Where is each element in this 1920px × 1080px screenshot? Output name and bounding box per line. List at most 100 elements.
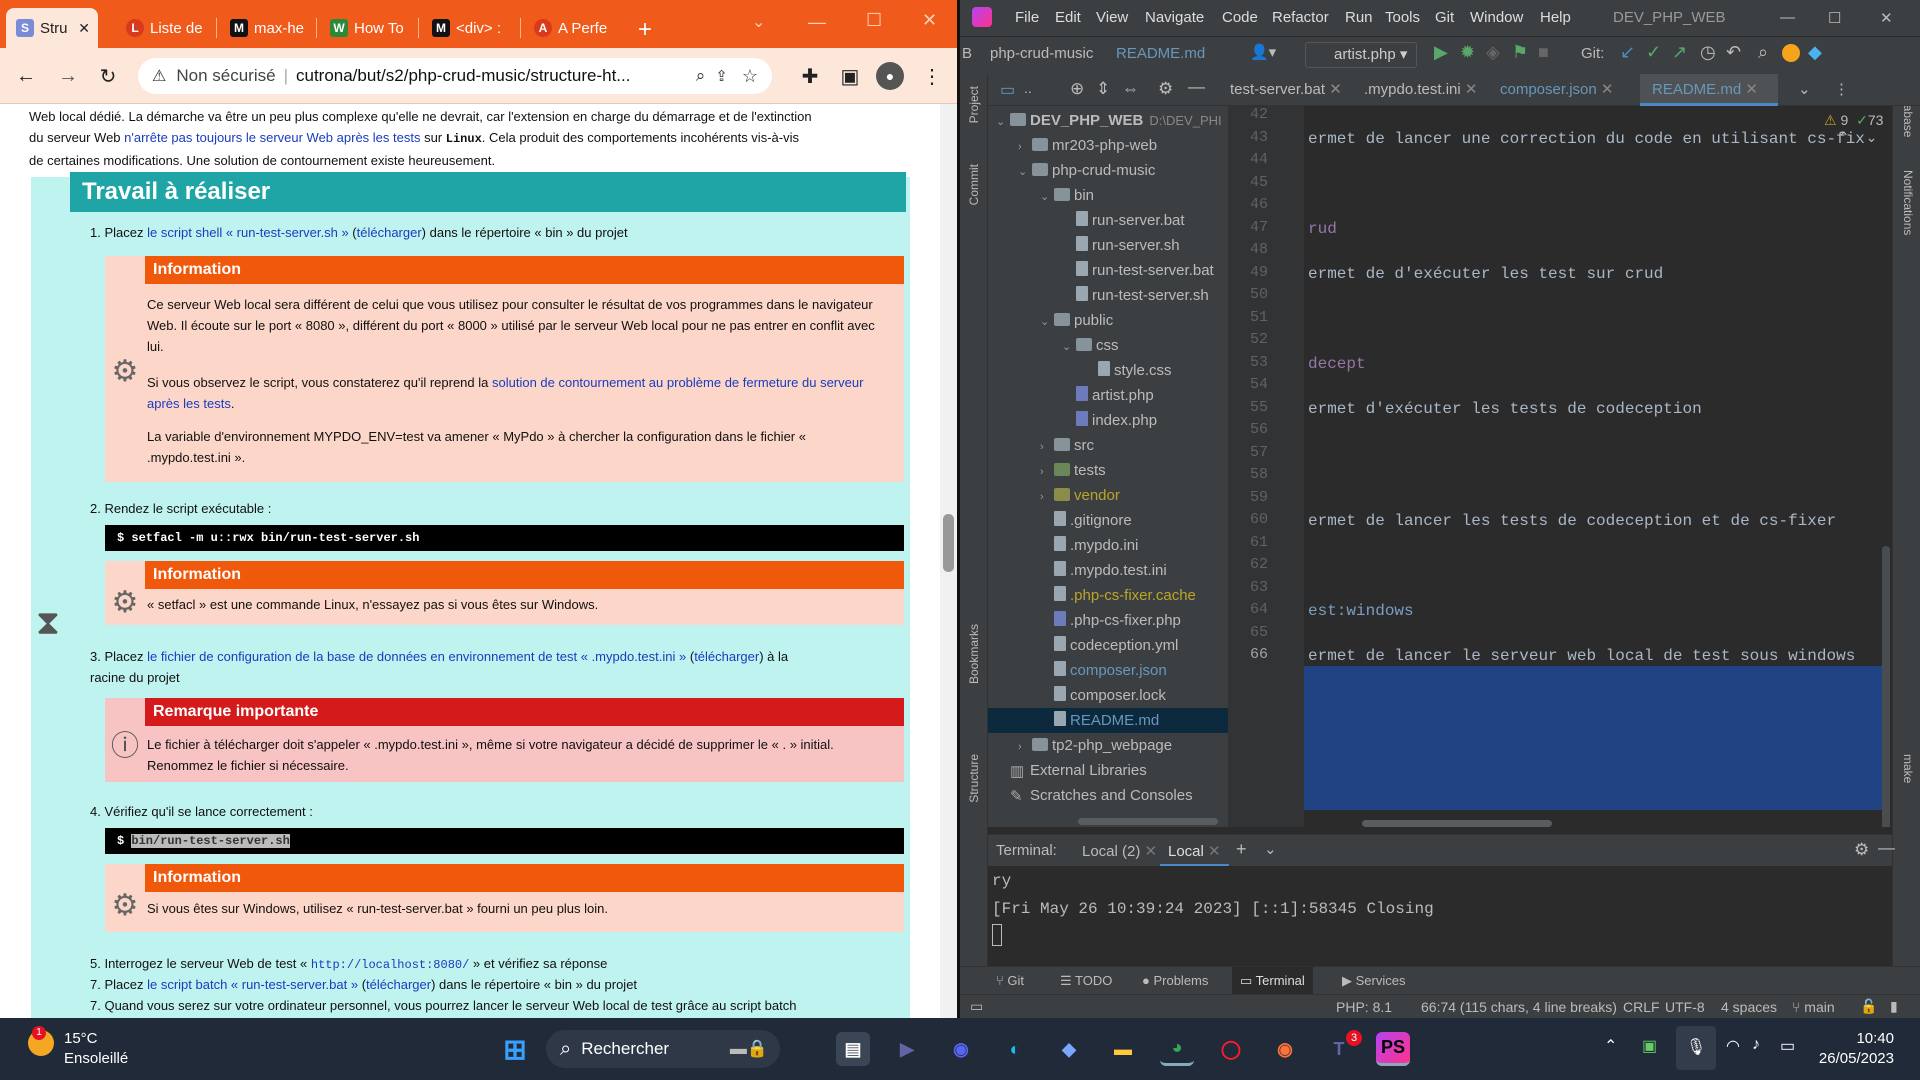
- breadcrumb-project[interactable]: php-crud-music: [990, 45, 1093, 62]
- tab-mypdo-test-ini[interactable]: .mypdo.test.ini ✕: [1354, 74, 1488, 106]
- close-icon[interactable]: ✕: [78, 20, 90, 37]
- history-icon[interactable]: ◷: [1700, 42, 1716, 63]
- tree-item[interactable]: index.php: [988, 408, 1228, 433]
- services-tool-button[interactable]: ▶ Services: [1342, 973, 1405, 989]
- close-icon[interactable]: ✕: [1465, 81, 1478, 98]
- terminal-output[interactable]: ry [Fri May 26 10:39:24 2023] [::1]:5834…: [988, 866, 1892, 966]
- menu-refactor[interactable]: Refactor: [1272, 9, 1329, 26]
- tree-item[interactable]: run-server.sh: [988, 233, 1228, 258]
- clock-date[interactable]: 26/05/2023: [1794, 1050, 1894, 1067]
- problems-tool-button[interactable]: ● Problems: [1142, 973, 1208, 988]
- stop-icon[interactable]: ■: [1538, 42, 1549, 63]
- tree-item[interactable]: ⌄ public: [988, 308, 1228, 333]
- make-tool-button[interactable]: make: [1901, 754, 1915, 783]
- star-icon[interactable]: ☆: [742, 66, 758, 87]
- volume-icon[interactable]: ♪: [1752, 1036, 1760, 1054]
- menu-help[interactable]: Help: [1540, 9, 1571, 26]
- maximize-button[interactable]: ☐: [866, 10, 882, 31]
- mic-muted-icon[interactable]: 🎙: [1676, 1026, 1716, 1070]
- maximize-button[interactable]: ☐: [1828, 9, 1841, 27]
- menu-navigate[interactable]: Navigate: [1145, 9, 1204, 26]
- structure-tool-button[interactable]: Structure: [967, 754, 981, 803]
- taskbar-search[interactable]: ⌕ Rechercher ▬🔒: [546, 1030, 780, 1068]
- project-tool-button[interactable]: Project: [967, 86, 981, 123]
- editor-horizontal-scrollbar[interactable]: [1362, 820, 1552, 827]
- git-push-icon[interactable]: ↗: [1672, 42, 1687, 63]
- menu-code[interactable]: Code: [1222, 9, 1258, 26]
- git-tool-button[interactable]: ⑂ Git: [996, 973, 1024, 988]
- tree-item[interactable]: run-server.bat: [988, 208, 1228, 233]
- address-bar[interactable]: ⚠ Non sécurisé | cutrona/but/s2/php-crud…: [138, 58, 772, 94]
- intro-link[interactable]: n'arrête pas toujours le serveur Web apr…: [124, 130, 420, 145]
- menu-view[interactable]: View: [1096, 9, 1128, 26]
- chevron-down-icon[interactable]: ⌄: [1866, 129, 1878, 145]
- chevron-right-icon[interactable]: ›: [1040, 460, 1054, 485]
- side-panel-icon[interactable]: ▣: [836, 62, 864, 90]
- minimize-button[interactable]: —: [1780, 9, 1795, 26]
- edge-icon[interactable]: ◐: [998, 1032, 1032, 1066]
- chrome-icon[interactable]: ◕: [1160, 1032, 1194, 1066]
- line-separator[interactable]: CRLF: [1623, 999, 1660, 1015]
- notifications-tool-button[interactable]: Notifications: [1901, 170, 1915, 235]
- chevron-down-icon[interactable]: ⌄: [1264, 840, 1277, 858]
- script-link[interactable]: le script shell « run-test-server.sh »: [147, 225, 349, 240]
- network-app-icon[interactable]: ▣: [1642, 1036, 1657, 1056]
- run-config-selector[interactable]: artist.php ▾: [1305, 42, 1417, 68]
- battery-icon[interactable]: ▭: [1780, 1036, 1795, 1056]
- tree-item[interactable]: ✎ Scratches and Consoles: [988, 783, 1228, 808]
- localhost-link[interactable]: http://localhost:8080/: [311, 958, 469, 972]
- browser-tab[interactable]: M <div> :: [422, 8, 512, 48]
- tree-item[interactable]: ⌄ php-crud-music: [988, 158, 1228, 183]
- tree-item[interactable]: run-test-server.sh: [988, 283, 1228, 308]
- browser-tab[interactable]: W How To: [320, 8, 410, 48]
- project-view-icon[interactable]: ▭: [1000, 80, 1015, 100]
- terminal-tab-local[interactable]: Local ✕: [1160, 835, 1229, 867]
- view-mode-dropdown[interactable]: ..: [1024, 80, 1032, 96]
- opera-icon[interactable]: ◯: [1214, 1032, 1248, 1066]
- search-icon[interactable]: ⌕: [1758, 42, 1768, 63]
- gear-icon[interactable]: ⚙: [1158, 79, 1173, 99]
- windows-start-icon[interactable]: ⊞: [498, 1032, 532, 1066]
- chevron-up-icon[interactable]: ⌃: [1604, 1036, 1617, 1056]
- breadcrumb-file[interactable]: README.md: [1116, 45, 1205, 62]
- code-block[interactable]: $ bin/run-test-server.sh: [105, 828, 904, 854]
- reload-icon[interactable]: ↻: [94, 62, 122, 90]
- menu-file[interactable]: File: [1015, 9, 1039, 26]
- locate-icon[interactable]: ⊕: [1070, 79, 1084, 99]
- code-block[interactable]: $ setfacl -m u::rwx bin/run-test-server.…: [105, 525, 904, 551]
- chevron-right-icon[interactable]: ›: [1040, 435, 1054, 460]
- page-scrollbar[interactable]: [940, 104, 957, 1018]
- tree-item[interactable]: ⌄ DEV_PHP_WEB D:\DEV_PHI: [988, 108, 1228, 133]
- collapse-all-icon[interactable]: ⇔: [1122, 79, 1139, 99]
- tree-item[interactable]: .php-cs-fixer.cache: [988, 583, 1228, 608]
- menu-edit[interactable]: Edit: [1055, 9, 1081, 26]
- config-link[interactable]: le fichier de configuration de la base d…: [147, 649, 686, 664]
- editor-scrollbar[interactable]: [1882, 546, 1890, 827]
- tree-item[interactable]: › tp2-php_webpage: [988, 733, 1228, 758]
- debug-icon[interactable]: ✹: [1460, 42, 1475, 63]
- file-explorer-icon[interactable]: ▬: [1106, 1032, 1140, 1066]
- chevron-down-icon[interactable]: ⌄: [752, 12, 765, 32]
- firefox-icon[interactable]: ◉: [1268, 1032, 1302, 1066]
- chevron-right-icon[interactable]: ›: [1018, 135, 1032, 160]
- zoom-icon[interactable]: ⌕: [696, 66, 706, 86]
- wifi-icon[interactable]: ◠: [1726, 1036, 1740, 1056]
- chevron-down-icon[interactable]: ⌄: [1062, 335, 1076, 360]
- file-encoding[interactable]: UTF-8: [1665, 999, 1705, 1015]
- clock-time[interactable]: 10:40: [1814, 1030, 1894, 1047]
- tree-item[interactable]: codeception.yml: [988, 633, 1228, 658]
- tree-item[interactable]: .php-cs-fixer.php: [988, 608, 1228, 633]
- weather-temp[interactable]: 15°C: [64, 1030, 98, 1047]
- tab-readme-md[interactable]: README.md ✕: [1640, 74, 1778, 106]
- menu-tools[interactable]: Tools: [1385, 9, 1420, 26]
- kebab-menu-icon[interactable]: ⋮: [1834, 80, 1849, 98]
- extensions-icon[interactable]: ✚: [796, 62, 824, 90]
- hide-panel-icon[interactable]: —: [1878, 838, 1895, 858]
- app-icon[interactable]: ◆: [1052, 1032, 1086, 1066]
- close-icon[interactable]: ✕: [1208, 843, 1221, 860]
- close-icon[interactable]: ✕: [1745, 81, 1758, 98]
- browser-tab-active[interactable]: S Stru ✕: [6, 8, 98, 48]
- tree-item[interactable]: composer.json: [988, 658, 1228, 683]
- gear-icon[interactable]: ⚙: [1854, 840, 1869, 860]
- tree-item[interactable]: ⌄ css: [988, 333, 1228, 358]
